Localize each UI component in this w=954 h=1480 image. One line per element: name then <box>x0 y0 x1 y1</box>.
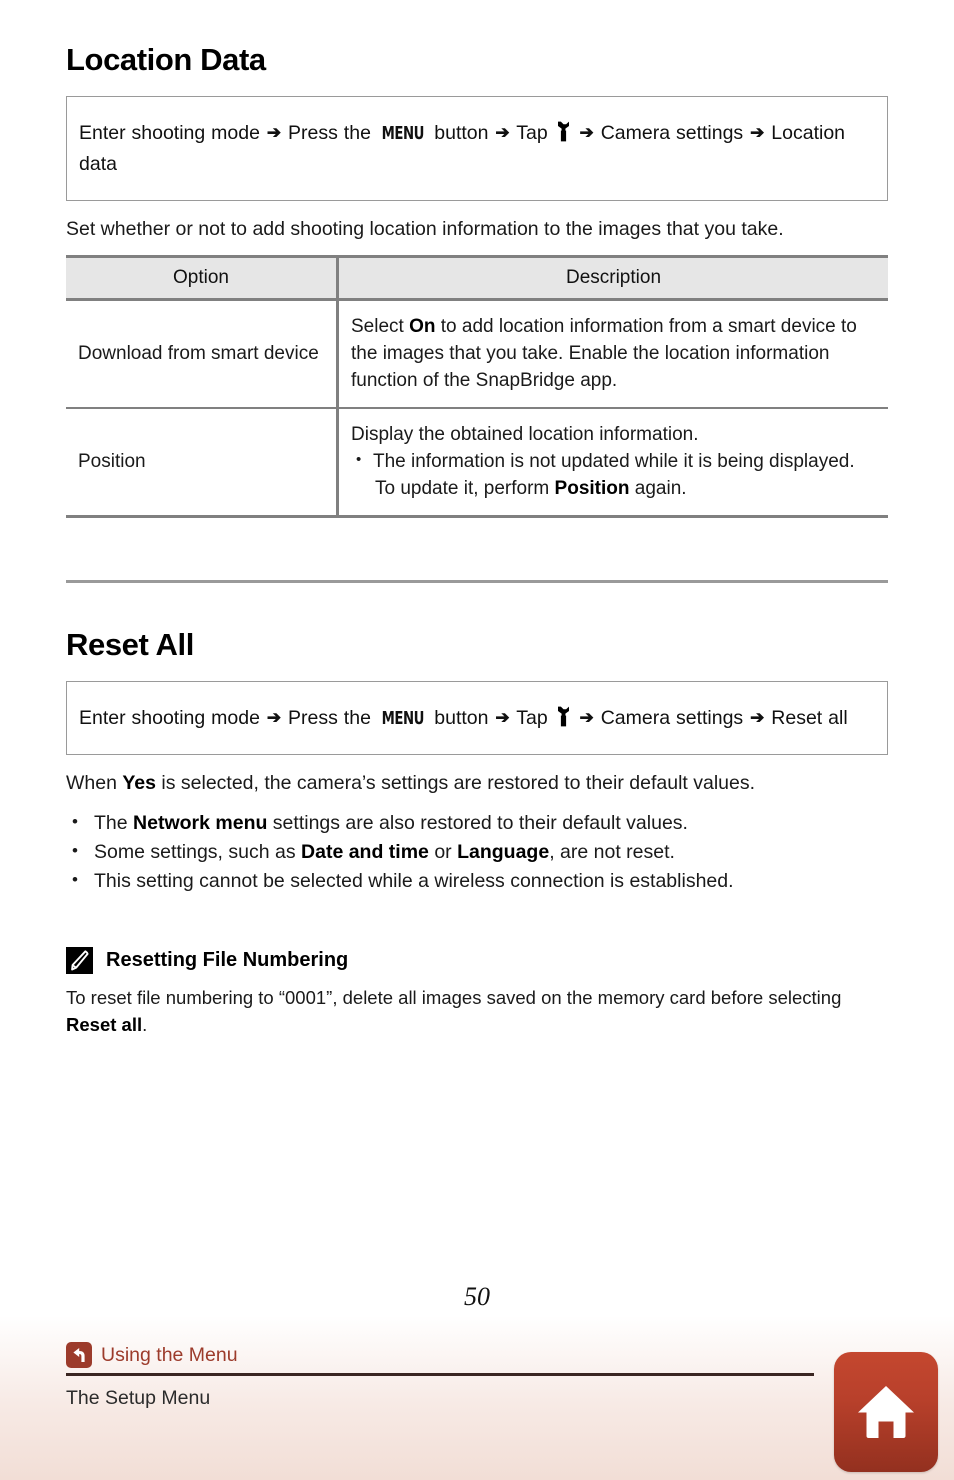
table-row: Position Display the obtained location i… <box>66 408 888 518</box>
lead-text-pre: When <box>66 772 123 794</box>
bullet-text-post: settings are also restored to their defa… <box>267 812 688 834</box>
footer-navigation: Using the Menu The Setup Menu <box>66 1342 940 1410</box>
arrow-icon: ➔ <box>495 708 510 727</box>
path-step-tap: Tap <box>516 122 548 144</box>
note-body: To reset file numbering to “0001”, delet… <box>66 984 888 1038</box>
desc-bullet-list: The information is not updated while it … <box>351 446 878 502</box>
home-button[interactable] <box>834 1352 938 1472</box>
home-icon <box>858 1386 914 1438</box>
bullet-bold-position: Position <box>554 478 630 499</box>
desc-intro-position: Display the obtained location informatio… <box>351 424 699 445</box>
path-step-button-word: button <box>434 122 489 144</box>
menu-button-glyph: MENU <box>381 708 424 729</box>
list-item: Some settings, such as Date and time or … <box>66 837 888 866</box>
menu-button-glyph: MENU <box>381 123 424 144</box>
pencil-icon <box>66 947 93 974</box>
reset-all-lead-paragraph: When Yes is selected, the camera’s setti… <box>66 769 888 797</box>
page-content: Location Data Enter shooting mode ➔ Pres… <box>0 0 954 1480</box>
page-footer: 50 Using the Menu The Setup Menu <box>0 1280 954 1480</box>
note-block-resetting-file-numbering: Resetting File Numbering To reset file n… <box>66 947 888 1038</box>
bullet-text-pre: Some settings, such as <box>94 841 302 863</box>
bullet-text-mid: or <box>428 841 458 863</box>
lead-text-post: is selected, the camera’s settings are r… <box>155 772 756 794</box>
path-step-enter-shooting-mode: Enter shooting mode <box>79 122 260 144</box>
menu-path-box-reset-all: Enter shooting mode ➔ Press the MENU but… <box>66 681 888 755</box>
note-text-post: . <box>142 1014 148 1035</box>
column-header-description: Description <box>337 255 888 301</box>
page-number: 50 <box>464 1282 490 1311</box>
bullet-bold-language: Language <box>457 841 550 863</box>
desc-bold-on: On <box>409 316 436 337</box>
bullet-text-post: , are not reset. <box>549 841 675 863</box>
table-row: Download from smart device Select On to … <box>66 299 888 409</box>
note-title: Resetting File Numbering <box>106 949 349 971</box>
wrench-icon <box>556 121 571 142</box>
arrow-icon: ➔ <box>750 123 765 142</box>
note-header: Resetting File Numbering <box>66 947 888 974</box>
list-item: The Network menu settings are also resto… <box>66 808 888 837</box>
footer-link-using-the-menu[interactable]: Using the Menu <box>66 1342 940 1368</box>
arrow-icon: ➔ <box>750 708 765 727</box>
bullet-bold-date-and-time: Date and time <box>301 841 429 863</box>
arrow-icon: ➔ <box>266 708 282 727</box>
desc-text-lead: Select <box>351 316 410 337</box>
path-step-press-menu: Press the <box>288 122 371 144</box>
arrow-icon: ➔ <box>266 123 282 142</box>
menu-path-line: Enter shooting mode ➔ Press the MENU but… <box>79 117 875 180</box>
page-title-location-data: Location Data <box>66 42 266 77</box>
path-step-camera-settings: Camera settings <box>600 707 744 729</box>
path-step-reset-all: Reset all <box>771 707 848 729</box>
table-header-row: Option Description <box>66 255 888 301</box>
manual-page: Location Data Enter shooting mode ➔ Pres… <box>0 0 954 1480</box>
bullet-bold-network-menu: Network menu <box>133 812 268 834</box>
path-step-press-menu: Press the <box>288 707 371 729</box>
bullet-text-line2: To update it, perform Position again. <box>373 475 878 502</box>
option-name-download-from-smart-device: Download from smart device <box>66 299 339 409</box>
bullet-text-pre: To update it, perform <box>375 478 555 499</box>
option-description-download-from-smart-device: Select On to add location information fr… <box>337 299 888 409</box>
path-step-enter-shooting-mode: Enter shooting mode <box>79 707 260 729</box>
note-text-pre: To reset file numbering to “0001”, delet… <box>66 987 842 1008</box>
bullet-text-pre: This setting cannot be selected while a … <box>94 870 734 892</box>
page-title-reset-all: Reset All <box>66 627 194 662</box>
option-name-position: Position <box>66 408 339 518</box>
list-item: This setting cannot be selected while a … <box>66 866 888 895</box>
bullet-text-line1: The information is not updated while it … <box>373 451 855 472</box>
section-divider <box>66 580 888 583</box>
note-bold-reset-all: Reset all <box>66 1014 143 1035</box>
back-arrow-icon[interactable] <box>66 1342 92 1368</box>
path-step-camera-settings: Camera settings <box>600 122 744 144</box>
path-step-button-word: button <box>434 707 489 729</box>
location-data-option-table: Option Description Download from smart d… <box>66 255 888 518</box>
list-item: The information is not updated while it … <box>351 446 878 502</box>
bullet-text-post: again. <box>629 478 687 499</box>
arrow-icon: ➔ <box>579 708 594 727</box>
arrow-icon: ➔ <box>495 123 510 142</box>
arrow-icon: ➔ <box>579 123 594 142</box>
lead-bold-yes: Yes <box>122 772 156 794</box>
wrench-icon <box>556 706 571 727</box>
option-description-position: Display the obtained location informatio… <box>337 408 888 518</box>
bullet-text-pre: The <box>94 812 134 834</box>
location-data-intro: Set whether or not to add shooting locat… <box>66 218 784 240</box>
footer-link-label[interactable]: Using the Menu <box>101 1344 238 1367</box>
footer-divider <box>66 1373 814 1376</box>
footer-subtitle: The Setup Menu <box>66 1386 211 1409</box>
reset-all-bullet-list: The Network menu settings are also resto… <box>66 808 888 895</box>
path-step-tap: Tap <box>516 707 548 729</box>
menu-path-box-location-data: Enter shooting mode ➔ Press the MENU but… <box>66 96 888 201</box>
column-header-option: Option <box>66 255 339 301</box>
menu-path-line: Enter shooting mode ➔ Press the MENU but… <box>79 702 875 734</box>
